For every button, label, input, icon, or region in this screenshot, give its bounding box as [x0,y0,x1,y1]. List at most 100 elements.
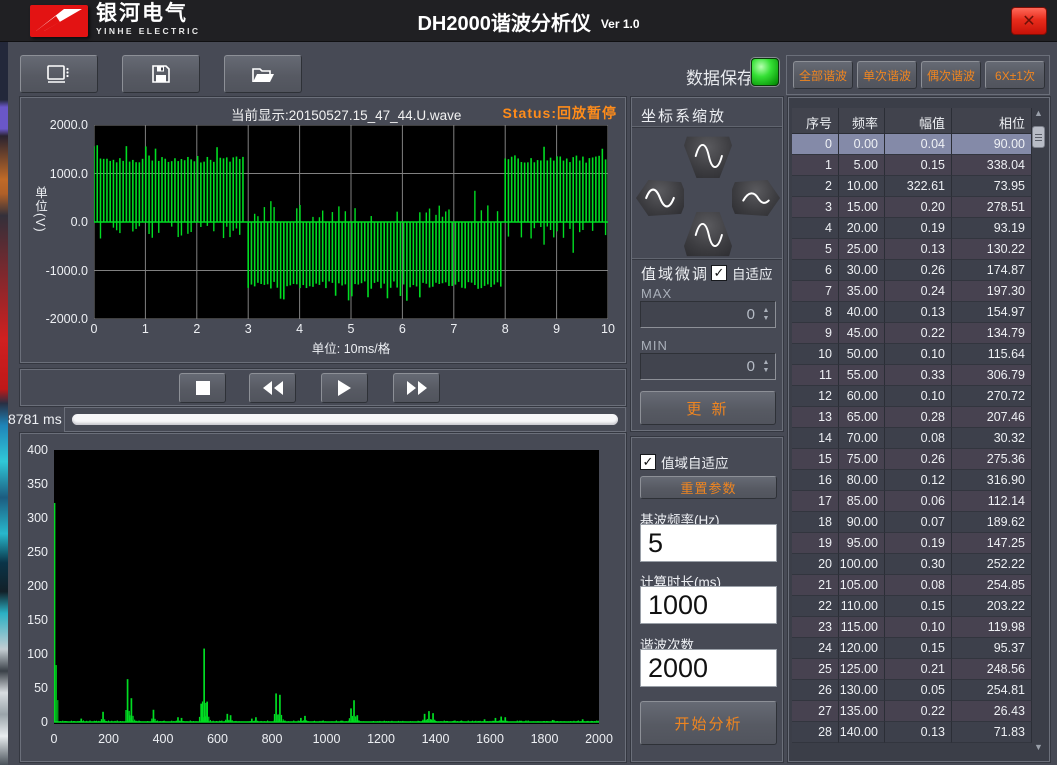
table-cell: 3 [792,197,839,218]
filter-button-0[interactable]: 全部谐波 [793,61,853,89]
open-button[interactable] [224,55,302,93]
table-cell: 85.00 [839,491,885,512]
filter-button-1[interactable]: 单次谐波 [857,61,917,89]
sine-tall-icon [690,218,726,252]
scroll-up-icon[interactable]: ▲ [1031,108,1046,122]
zoom-y-compress-button[interactable] [684,212,732,258]
table-row[interactable]: 1050.000.10115.64 [792,344,1032,365]
table-row[interactable]: 1260.000.10270.72 [792,386,1032,407]
table-row[interactable]: 00.000.0490.00 [792,134,1032,155]
save-button[interactable] [122,55,200,93]
reset-params-button[interactable]: 重置参数 [640,476,777,499]
harmonics-table-panel: 序号频率幅值相位 00.000.0490.0015.000.15338.0421… [788,97,1050,762]
table-row[interactable]: 315.000.20278.51 [792,197,1032,218]
table-row[interactable]: 23115.000.10119.98 [792,617,1032,638]
x-tick-label: 1200 [367,732,395,746]
zoom-x-expand-button[interactable] [732,180,780,216]
table-cell: 0.10 [885,386,952,407]
table-row[interactable]: 27135.000.2226.43 [792,701,1032,722]
table-row[interactable]: 26130.000.05254.81 [792,680,1032,701]
spin-up-icon[interactable]: ▲ [763,308,770,314]
y-tick-label: 200 [21,579,48,593]
table-cell: 40.00 [839,302,885,323]
range-fine-tune-label: 值域微调 [641,263,709,284]
table-row[interactable]: 1785.000.06112.14 [792,491,1032,512]
table-row[interactable]: 15.000.15338.04 [792,155,1032,176]
play-button[interactable] [321,373,368,403]
instrument-icon [46,63,72,85]
table-cell: 0.15 [885,596,952,617]
table-cell: 0.30 [885,554,952,575]
zoom-x-compress-button[interactable] [636,180,684,216]
spin-up-icon[interactable]: ▲ [763,360,770,366]
table-cell: 0.22 [885,701,952,722]
table-cell: 115.00 [839,617,885,638]
rewind-icon [263,381,283,395]
table-row[interactable]: 1680.000.12316.90 [792,470,1032,491]
table-row[interactable]: 20100.000.30252.22 [792,554,1032,575]
table-row[interactable]: 1995.000.19147.25 [792,533,1032,554]
app-version: Ver 1.0 [601,17,640,31]
device-button[interactable] [20,55,98,93]
fast-forward-button[interactable] [393,373,440,403]
auto-range-toggle[interactable]: ✓ 自适应 [711,263,773,283]
table-row[interactable]: 525.000.13130.22 [792,239,1032,260]
fundamental-freq-input[interactable] [640,524,777,562]
table-row[interactable]: 22110.000.15203.22 [792,596,1032,617]
scroll-down-icon[interactable]: ▼ [1031,742,1046,756]
min-spinner[interactable]: 0 ▲▼ [640,353,776,380]
max-spinner[interactable]: 0 ▲▼ [640,301,776,328]
table-cell: 24 [792,638,839,659]
table-row[interactable]: 1155.000.33306.79 [792,365,1032,386]
checkbox-checked-icon[interactable]: ✓ [640,454,656,470]
table-row[interactable]: 945.000.22134.79 [792,323,1032,344]
stop-icon [196,381,210,395]
open-folder-icon [251,65,275,84]
table-cell: 0 [792,134,839,155]
close-button[interactable]: ✕ [1011,7,1047,35]
rewind-button[interactable] [249,373,296,403]
range-auto-toggle[interactable]: ✓ 值域自适应 [640,452,729,472]
stop-button[interactable] [179,373,226,403]
update-button[interactable]: 更 新 [640,391,776,425]
checkbox-checked-icon[interactable]: ✓ [711,265,727,281]
table-row[interactable]: 1365.000.28207.46 [792,407,1032,428]
max-label: MAX [641,286,672,301]
table-row[interactable]: 21105.000.08254.85 [792,575,1032,596]
zoom-y-expand-button[interactable] [684,134,732,178]
table-cell: 248.56 [952,659,1032,680]
table-cell: 25 [792,659,839,680]
table-row[interactable]: 735.000.24197.30 [792,281,1032,302]
table-row[interactable]: 210.00322.6173.95 [792,176,1032,197]
table-row[interactable]: 25125.000.21248.56 [792,659,1032,680]
spectrum-chart[interactable] [54,450,599,724]
table-cell: 0.26 [885,449,952,470]
table-cell: 119.98 [952,617,1032,638]
table-cell: 130.22 [952,239,1032,260]
scroll-thumb[interactable] [1032,126,1045,148]
table-cell: 95.00 [839,533,885,554]
x-tick-label: 600 [207,732,228,746]
logo-en: YINHE ELECTRIC [96,27,200,36]
playback-progress-slider[interactable] [64,407,626,432]
start-analysis-button[interactable]: 开始分析 [640,701,777,745]
filter-button-3[interactable]: 6X±1次 [985,61,1045,89]
waveform-chart[interactable] [94,125,608,319]
table-row[interactable]: 840.000.13154.97 [792,302,1032,323]
table-row[interactable]: 1575.000.26275.36 [792,449,1032,470]
table-scrollbar[interactable]: ▲ ▼ [1031,108,1046,756]
table-row[interactable]: 24120.000.1595.37 [792,638,1032,659]
table-cell: 73.95 [952,176,1032,197]
table-row[interactable]: 630.000.26174.87 [792,260,1032,281]
spin-down-icon[interactable]: ▼ [763,316,770,322]
calc-duration-input[interactable] [640,586,777,624]
table-row[interactable]: 1890.000.07189.62 [792,512,1032,533]
filter-button-2[interactable]: 偶次谐波 [921,61,981,89]
table-cell: 110.00 [839,596,885,617]
table-row[interactable]: 28140.000.1371.83 [792,722,1032,743]
spin-down-icon[interactable]: ▼ [763,368,770,374]
harmonic-count-input[interactable] [640,649,777,687]
table-row[interactable]: 1470.000.0830.32 [792,428,1032,449]
table-cell: 197.30 [952,281,1032,302]
table-row[interactable]: 420.000.1993.19 [792,218,1032,239]
